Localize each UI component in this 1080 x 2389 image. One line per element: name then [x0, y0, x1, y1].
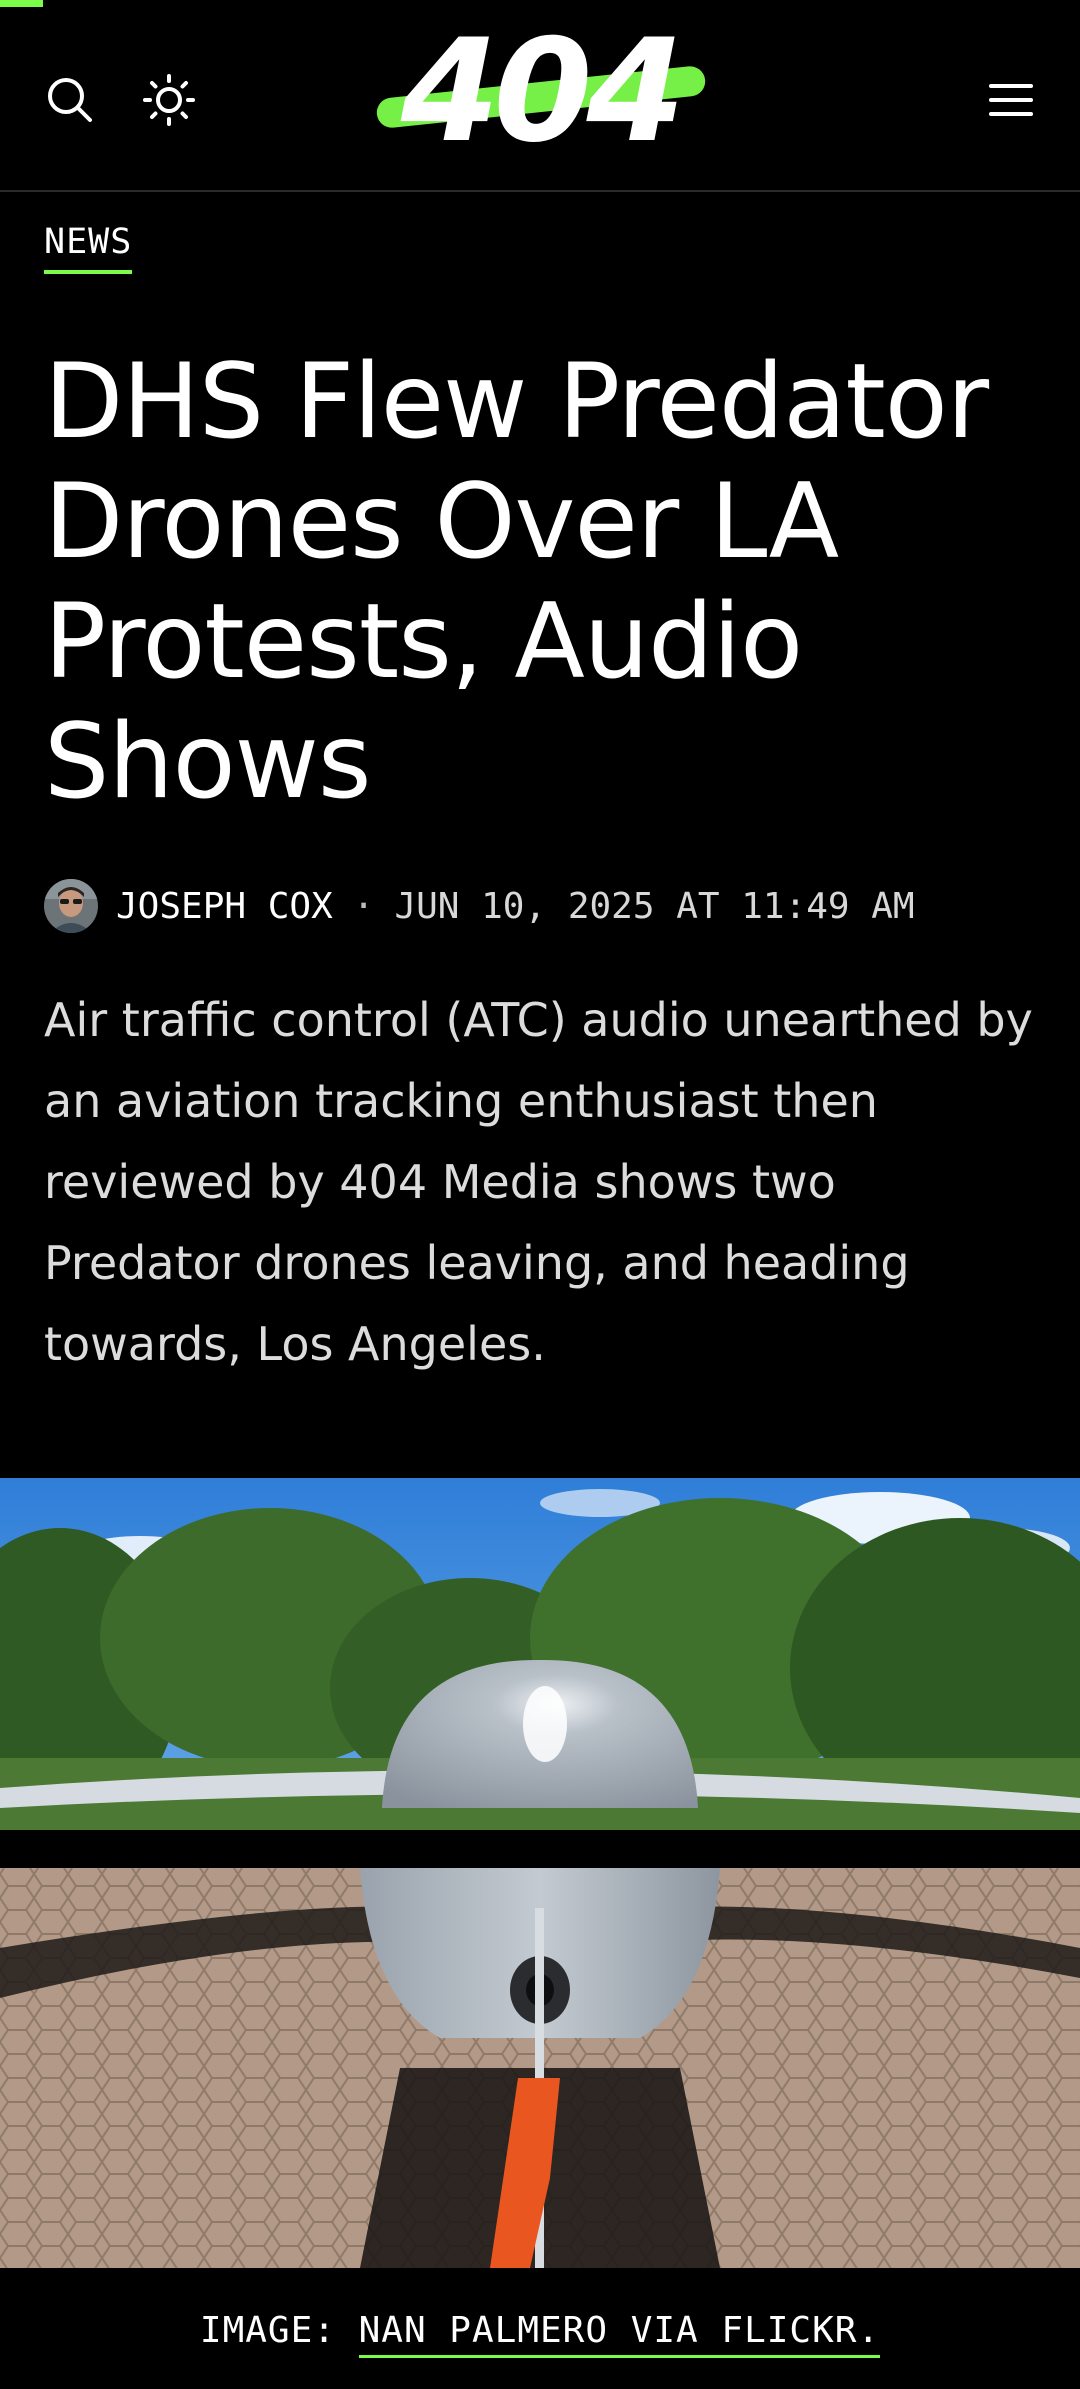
publish-date: JUN 10, 2025 AT 11:49 AM: [394, 885, 915, 927]
article-dek: Air traffic control (ATC) audio unearthe…: [44, 993, 1033, 1371]
site-header: 404: [0, 0, 1080, 192]
theme-toggle-button[interactable]: [139, 70, 199, 130]
logo-text: 404: [400, 9, 685, 174]
hero-image: [0, 1478, 1080, 2268]
search-button[interactable]: [40, 70, 100, 130]
article-title: DHS Flew Predator Drones Over LA Protest…: [44, 342, 989, 822]
category-tag[interactable]: NEWS: [44, 220, 133, 274]
site-logo[interactable]: 404: [370, 9, 710, 174]
byline: JOSEPH COX · JUN 10, 2025 AT 11:49 AM: [44, 878, 915, 934]
author-name[interactable]: JOSEPH COX: [116, 886, 333, 927]
caption-credit-link[interactable]: NAN PALMERO VIA FLICKR.: [358, 2310, 881, 2358]
search-icon: [48, 78, 92, 122]
image-caption: IMAGE: NAN PALMERO VIA FLICKR.: [0, 2310, 1080, 2358]
sun-icon: [143, 74, 195, 126]
menu-button[interactable]: [981, 70, 1041, 130]
hamburger-menu-icon: [989, 84, 1033, 116]
byline-separator: ·: [352, 885, 375, 927]
author-avatar[interactable]: [44, 879, 98, 933]
caption-prefix: IMAGE:: [199, 2310, 359, 2351]
